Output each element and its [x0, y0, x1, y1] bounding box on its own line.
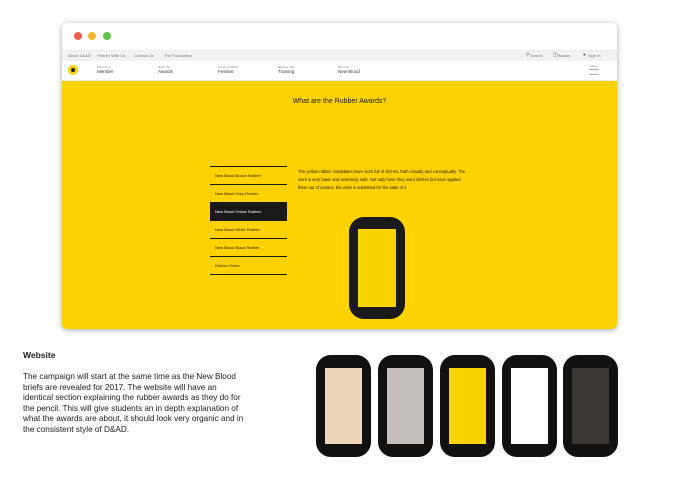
rubber-item-rules[interactable]: Rubber Rules: [210, 256, 287, 275]
rubber-item-brown[interactable]: New Blood Brown Rubber: [210, 166, 287, 184]
browser-window: About D&AD Partner With Us Contact Us Th…: [62, 23, 617, 329]
dandad-logo[interactable]: [68, 65, 78, 75]
close-window-button[interactable]: [74, 32, 82, 40]
black-phone-icon: [563, 355, 618, 457]
partner-link[interactable]: Partner With Us: [97, 53, 125, 58]
phone-screen: [325, 368, 362, 444]
main-navigation: Become a Member Enter the Awards Good to…: [62, 61, 617, 81]
nav-item-member[interactable]: Become a Member: [97, 65, 114, 75]
nav-item-label: Training: [278, 69, 295, 74]
rubber-item-white[interactable]: New Blood White Rubber: [210, 220, 287, 238]
phone-screen: [358, 229, 396, 307]
phone-screen: [449, 368, 486, 444]
yellow-phone-icon: [440, 355, 495, 457]
menu-button[interactable]: Menu: [588, 64, 600, 75]
rubber-description: The yellow rubber candidates have work f…: [298, 169, 466, 190]
grey-phone-icon: [378, 355, 433, 457]
nav-item-label: Member: [97, 69, 114, 74]
contact-link[interactable]: Contact Us: [134, 53, 154, 58]
nav-item-label: Awards: [158, 69, 173, 74]
section-title: Website: [23, 350, 56, 360]
basket-link[interactable]: Basket: [558, 53, 570, 58]
rubber-list: New Blood Brown Rubber New Blood Grey Ru…: [210, 166, 287, 275]
phone-screen: [511, 368, 548, 444]
window-titlebar: [62, 23, 617, 50]
brown-phone-icon: [316, 355, 371, 457]
menu-label: Menu: [590, 64, 598, 68]
rubber-awards-section: What are the Rubber Awards? New Blood Br…: [62, 81, 617, 329]
rubber-item-black[interactable]: New Blood Black Rubber: [210, 238, 287, 256]
section-body: The campaign will start at the same time…: [23, 372, 244, 434]
maximize-window-button[interactable]: [103, 32, 111, 40]
about-link[interactable]: About D&AD: [68, 53, 91, 58]
user-icon[interactable]: ●: [583, 52, 586, 58]
phone-icon: [349, 217, 405, 319]
nav-item-label: New Blood: [338, 69, 360, 74]
phone-screen: [387, 368, 424, 444]
search-link[interactable]: Search: [530, 53, 543, 58]
nav-item-awards[interactable]: Enter the Awards: [158, 65, 173, 75]
rubber-item-yellow[interactable]: New Blood Yellow Rubber: [210, 202, 287, 220]
minimize-window-button[interactable]: [88, 32, 96, 40]
sign-in-link[interactable]: Sign In: [588, 53, 600, 58]
page-title: What are the Rubber Awards?: [292, 98, 387, 105]
nav-item-label: Festival: [218, 69, 234, 74]
rubber-item-grey[interactable]: New Blood Grey Rubber: [210, 184, 287, 202]
nav-item-festival[interactable]: Good to D&AD Festival: [218, 65, 238, 75]
nav-item-new-blood[interactable]: Discover New Blood: [338, 65, 360, 75]
phone-screen: [572, 368, 609, 444]
hamburger-icon: [589, 69, 599, 75]
foundation-link[interactable]: The Foundation: [164, 53, 192, 58]
white-phone-icon: [502, 355, 557, 457]
nav-item-training[interactable]: Restore with Training: [278, 65, 295, 75]
